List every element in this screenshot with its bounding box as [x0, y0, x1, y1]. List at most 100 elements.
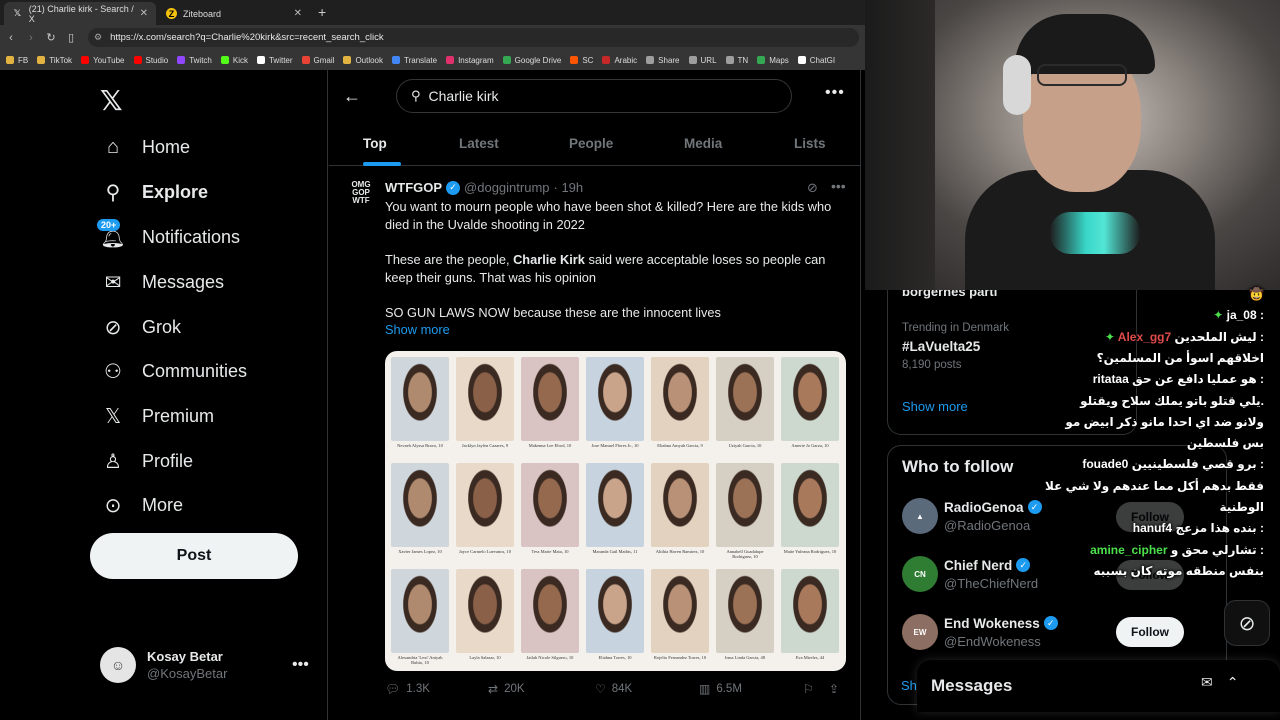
- bookmark-item[interactable]: Translate: [392, 56, 437, 65]
- nav-explore[interactable]: ⚲ Explore: [100, 179, 208, 205]
- site-info-icon[interactable]: ⚙: [94, 32, 102, 43]
- reply-button[interactable]: 💬︎ 1.3K: [385, 682, 430, 696]
- nav-more[interactable]: ⊙ More: [100, 492, 183, 518]
- bookmark-item[interactable]: Arabic: [602, 56, 637, 65]
- nav-profile[interactable]: ♙ Profile: [100, 448, 193, 474]
- back-icon[interactable]: ‹: [2, 32, 20, 44]
- tweet-avatar[interactable]: OMG GOP WTF: [345, 181, 377, 213]
- bookmark-item[interactable]: Gmail: [301, 56, 334, 65]
- bookmark-button[interactable]: ⚐: [803, 682, 820, 696]
- nav-grok[interactable]: ⊘ Grok: [100, 314, 181, 340]
- bookmark-item[interactable]: Maps: [757, 56, 789, 65]
- follow-suggestion[interactable]: ▲ RadioGenoa ✓ @RadioGenoa: [902, 498, 1046, 534]
- follow-button[interactable]: Follow: [1116, 617, 1184, 647]
- tab-media[interactable]: Media: [684, 136, 722, 151]
- victim-portrait: Makenna Lee Elrod, 10: [521, 357, 579, 448]
- tab-people[interactable]: People: [569, 136, 613, 151]
- tweet-author-handle[interactable]: @doggintrump: [464, 180, 549, 195]
- bookmark-item[interactable]: Share: [646, 56, 680, 65]
- tweet-more-icon[interactable]: •••: [831, 178, 846, 194]
- follow-suggestion[interactable]: EW End Wokeness ✓ @EndWokeness: [902, 614, 1062, 650]
- bookmark-item[interactable]: URL: [688, 56, 717, 65]
- new-message-icon[interactable]: ✉: [1201, 674, 1227, 690]
- bookmark-item[interactable]: Google Drive: [502, 56, 561, 65]
- person-icon: ♙: [104, 450, 122, 473]
- tab-top[interactable]: Top: [363, 136, 387, 151]
- bookmark-item[interactable]: Instagram: [446, 56, 494, 65]
- victim-caption: Jose Manuel Flores Jr., 10: [591, 443, 639, 448]
- search-icon: ⚲: [411, 88, 421, 103]
- search-options-icon[interactable]: •••: [825, 84, 845, 102]
- follow-suggestion[interactable]: CN Chief Nerd ✓ @TheChiefNerd: [902, 556, 1038, 592]
- grok-icon[interactable]: ⊘: [1224, 600, 1270, 646]
- show-more-link[interactable]: Show more: [902, 399, 968, 414]
- bookmark-label: Studio: [145, 55, 169, 65]
- messages-title: Messages: [931, 676, 1013, 695]
- close-tab-icon[interactable]: ✕: [294, 8, 302, 19]
- tweet-image[interactable]: Nevaeh Alyssa Bravo, 10 Jacklyn Jaylen Ca…: [385, 351, 846, 671]
- nav-notifications[interactable]: 🔔︎ Notifications: [100, 224, 240, 250]
- tab-latest[interactable]: Latest: [459, 136, 499, 151]
- bookmark-item[interactable]: Twitch: [177, 56, 212, 65]
- victim-photo: [716, 569, 774, 653]
- account-handle: @TheChiefNerd: [944, 575, 1039, 591]
- grok-icon[interactable]: ⊘: [807, 180, 818, 196]
- views-button[interactable]: ▥ 6.5M: [699, 682, 742, 696]
- bookmark-item[interactable]: YouTube: [81, 56, 125, 65]
- nav-premium[interactable]: 𝕏 Premium: [100, 403, 214, 429]
- bookmark-item[interactable]: SC: [570, 56, 593, 65]
- bookmark-item[interactable]: TN: [725, 56, 748, 65]
- victim-portrait: Eliahna Torres, 10: [586, 569, 644, 660]
- nav-communities[interactable]: ⚇ Communities: [100, 358, 247, 384]
- chat-message: ✦ Alex_gg7 ليش الملحدين :: [1105, 327, 1264, 347]
- search-input[interactable]: ⚲ Charlie kirk: [396, 79, 792, 113]
- tweet-time[interactable]: · 19h: [554, 180, 584, 195]
- show-more-link[interactable]: Show more: [385, 322, 450, 337]
- tweet-author-name[interactable]: WTFGOP: [385, 180, 442, 195]
- tab-lists[interactable]: Lists: [794, 136, 826, 151]
- browser-tab-ziteboard[interactable]: Z Ziteboard ✕: [158, 2, 310, 25]
- nav-home[interactable]: ⌂ Home: [100, 134, 190, 160]
- account-switcher[interactable]: ☺ Kosay Betar @KosayBetar: [100, 647, 227, 683]
- victim-portrait: Maite Yuleana Rodriguez, 10: [781, 463, 839, 554]
- account-more-icon[interactable]: •••: [292, 656, 309, 674]
- bookmark-item[interactable]: Studio: [133, 55, 169, 65]
- forward-icon[interactable]: ›: [22, 32, 40, 44]
- browser-tab-x-search[interactable]: 𝕏 (21) Charlie kirk - Search / X ✕: [4, 2, 156, 25]
- account-name: Chief Nerd: [944, 557, 1013, 573]
- url-text: https://x.com/search?q=Charlie%20kirk&sr…: [110, 32, 384, 43]
- post-button[interactable]: Post: [90, 533, 298, 579]
- nav-messages[interactable]: ✉ Messages: [100, 269, 224, 295]
- bookmark-icon[interactable]: ▯: [62, 31, 80, 44]
- victim-portrait: Jayce Carmelo Luevanos, 10: [456, 463, 514, 554]
- bookmark-item[interactable]: TikTok: [37, 56, 72, 65]
- bookmark-item[interactable]: Outlook: [343, 56, 383, 65]
- repost-button[interactable]: ⇄ 20K: [488, 682, 525, 696]
- expand-icon[interactable]: ⌃: [1227, 674, 1253, 690]
- reload-icon[interactable]: ↻: [42, 31, 60, 44]
- bookmark-item[interactable]: ChatGI: [797, 56, 835, 65]
- x-logo-icon[interactable]: 𝕏: [100, 84, 123, 117]
- avatar: EW: [902, 614, 938, 650]
- like-button[interactable]: ♡ 84K: [595, 682, 632, 696]
- bookmark-item[interactable]: FB: [6, 56, 28, 65]
- search-query: Charlie kirk: [428, 88, 499, 104]
- url-field[interactable]: ⚙ https://x.com/search?q=Charlie%20kirk&…: [88, 28, 859, 47]
- bookmark-label: Twitch: [189, 55, 212, 65]
- chat-text: الوطنية: [1219, 500, 1264, 514]
- victim-caption: Tess Marie Mata, 10: [531, 549, 569, 554]
- chat-message: fouade0 برو قصي فلسطينيين :: [1082, 454, 1264, 474]
- trend-name[interactable]: #LaVuelta25: [902, 339, 980, 354]
- new-tab-button[interactable]: +: [318, 4, 326, 20]
- back-arrow-icon[interactable]: ←: [343, 86, 361, 107]
- victim-caption: Maranda Gail Mathis, 11: [592, 549, 638, 554]
- messages-drawer[interactable]: Messages ✉⌃: [917, 660, 1280, 712]
- close-tab-icon[interactable]: ✕: [140, 8, 148, 19]
- share-button[interactable]: ⇪: [829, 682, 845, 696]
- victim-portrait: Alexandria 'Lexi' Aniyah Rubio, 10: [391, 569, 449, 665]
- bookmark-item[interactable]: Kick: [220, 56, 248, 65]
- verified-badge-icon: ✓: [1043, 616, 1058, 630]
- chat-text: ولانو ضد اي احدا مانو ذكر ابيض مو: [1065, 414, 1264, 429]
- bookmark-item[interactable]: Twitter: [256, 56, 293, 65]
- show-more-link-partial[interactable]: Sh: [901, 678, 917, 693]
